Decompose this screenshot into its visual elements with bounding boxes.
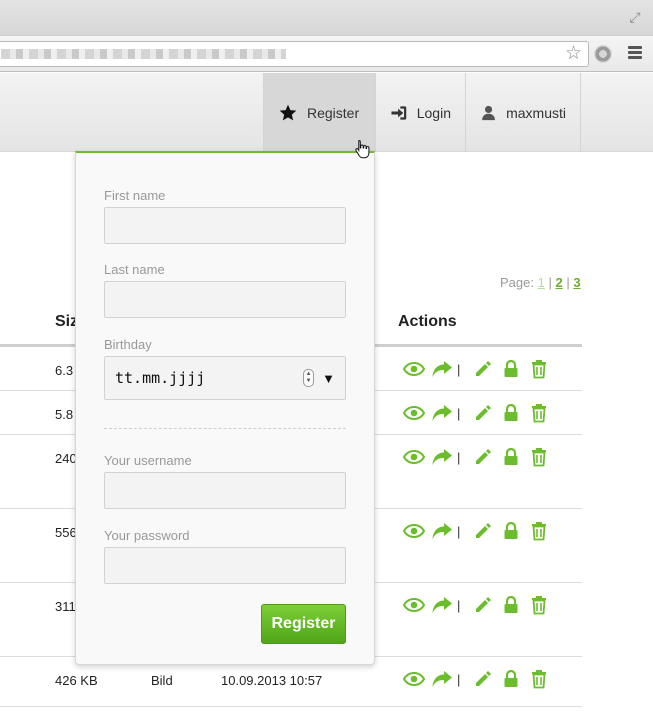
hand-cursor-icon <box>355 139 370 159</box>
fullscreen-icon[interactable]: ⤢ <box>627 9 643 25</box>
row-actions: | <box>403 521 556 541</box>
cell-date: 10.09.2013 10:57 <box>221 673 323 688</box>
trash-icon[interactable] <box>528 359 550 379</box>
share-arrow-icon[interactable] <box>431 403 453 423</box>
form-divider <box>104 428 346 429</box>
row-actions: | <box>403 403 556 423</box>
nav-user[interactable]: maxmusti <box>465 73 581 152</box>
share-arrow-icon[interactable] <box>431 521 453 541</box>
last-name-field[interactable] <box>104 281 346 318</box>
cell-size: 556 <box>55 525 77 540</box>
register-submit-button[interactable]: Register <box>261 604 346 644</box>
pencil-icon[interactable] <box>472 521 494 541</box>
trash-icon[interactable] <box>528 447 550 467</box>
bookmark-star-icon[interactable]: ☆ <box>565 44 582 64</box>
nav-login[interactable]: Login <box>375 73 465 152</box>
user-icon <box>482 105 495 120</box>
chevron-down-icon[interactable]: ▼ <box>322 371 335 386</box>
sign-in-icon <box>391 105 407 120</box>
register-dropdown: First name Last name Birthday tt.mm.jjjj… <box>75 151 375 665</box>
first-name-label: First name <box>104 188 166 203</box>
page-link-1[interactable]: 1 <box>538 275 545 290</box>
trash-icon[interactable] <box>528 669 550 689</box>
pencil-icon[interactable] <box>472 595 494 615</box>
row-actions: | <box>403 669 556 689</box>
address-bar[interactable]: ☆ <box>0 41 589 67</box>
password-field[interactable] <box>104 547 346 584</box>
cell-size: 426 KB <box>55 673 98 688</box>
blurred-url <box>1 49 286 59</box>
action-separator: | <box>457 449 461 465</box>
lock-icon[interactable] <box>500 521 522 541</box>
pagination-label: Page: <box>500 275 534 290</box>
password-label: Your password <box>104 528 190 543</box>
pencil-icon[interactable] <box>472 403 494 423</box>
browser-titlebar: ⤢ <box>0 0 653 36</box>
page-link-3[interactable]: 3 <box>573 275 580 290</box>
page-link-2[interactable]: 2 <box>555 275 562 290</box>
browser-toolbar: ☆ <box>0 36 653 72</box>
row-actions: | <box>403 595 556 615</box>
lock-icon[interactable] <box>500 403 522 423</box>
eye-icon[interactable] <box>403 521 425 541</box>
eye-icon[interactable] <box>403 669 425 689</box>
cell-size: 240 <box>55 451 77 466</box>
share-arrow-icon[interactable] <box>431 595 453 615</box>
eye-icon[interactable] <box>403 359 425 379</box>
trash-icon[interactable] <box>528 595 550 615</box>
lock-icon[interactable] <box>500 595 522 615</box>
share-arrow-icon[interactable] <box>431 447 453 467</box>
eye-icon[interactable] <box>403 403 425 423</box>
birthday-placeholder: tt.mm.jjjj <box>115 369 206 387</box>
cell-size: 311 <box>55 599 76 614</box>
lock-icon[interactable] <box>500 359 522 379</box>
trash-icon[interactable] <box>528 403 550 423</box>
pagination-separator: | <box>566 275 570 290</box>
cell-size: 5.8 <box>55 407 74 422</box>
trash-icon[interactable] <box>528 521 550 541</box>
cell-size: 6.3 <box>55 363 74 378</box>
column-header-actions: Actions <box>398 313 457 330</box>
share-arrow-icon[interactable] <box>431 359 453 379</box>
eye-icon[interactable] <box>403 447 425 467</box>
birthday-field[interactable]: tt.mm.jjjj ▲ ▼ ▼ <box>104 356 346 400</box>
lock-icon[interactable] <box>500 447 522 467</box>
eye-icon[interactable] <box>403 595 425 615</box>
username-label: Your username <box>104 453 192 468</box>
nav-login-label: Login <box>416 104 451 121</box>
action-separator: | <box>457 597 461 613</box>
date-spinner-icon[interactable]: ▲ ▼ <box>303 369 315 387</box>
browser-menu-icon[interactable] <box>628 46 642 60</box>
row-actions: | <box>403 359 556 379</box>
lock-icon[interactable] <box>500 669 522 689</box>
star-icon <box>279 104 297 120</box>
pencil-icon[interactable] <box>472 447 494 467</box>
action-separator: | <box>457 361 461 377</box>
action-separator: | <box>457 523 461 539</box>
pencil-icon[interactable] <box>472 359 494 379</box>
username-field[interactable] <box>104 472 346 509</box>
action-separator: | <box>457 671 461 687</box>
share-arrow-icon[interactable] <box>431 669 453 689</box>
site-navbar: Register Login maxmusti <box>0 73 653 152</box>
first-name-field[interactable] <box>104 207 346 244</box>
pencil-icon[interactable] <box>472 669 494 689</box>
cell-type: Bild <box>151 673 173 688</box>
pagination: Page: 1 | 2 | 3 <box>500 275 581 290</box>
extension-icon[interactable] <box>594 45 612 63</box>
birthday-label: Birthday <box>104 337 152 352</box>
action-separator: | <box>457 405 461 421</box>
nav-register-label: Register <box>307 104 360 121</box>
row-actions: | <box>403 447 556 467</box>
last-name-label: Last name <box>104 262 165 277</box>
nav-user-label: maxmusti <box>506 104 566 121</box>
pagination-separator: | <box>548 275 552 290</box>
